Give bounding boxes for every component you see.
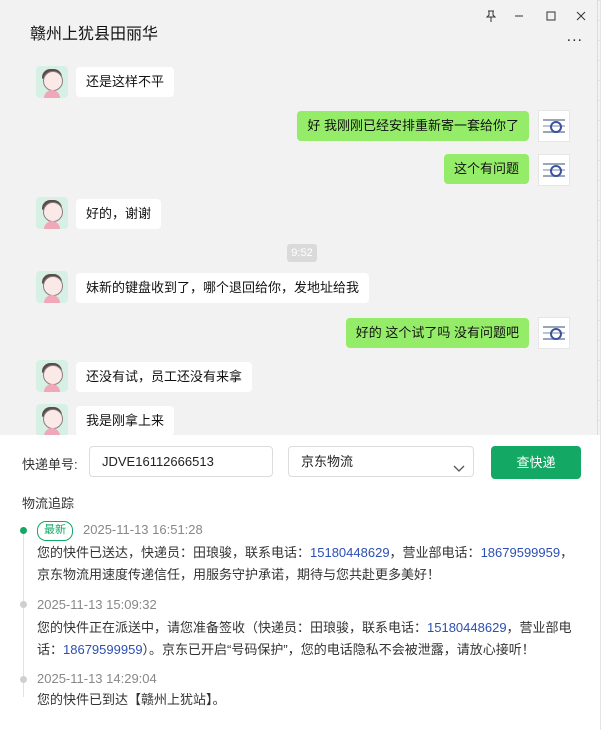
- timeline-line: [23, 527, 24, 697]
- chat-title: 赣州上犹县田丽华: [30, 26, 159, 43]
- chevron-down-icon: [453, 455, 465, 472]
- minimize-icon[interactable]: [510, 7, 528, 25]
- close-icon[interactable]: [572, 7, 590, 25]
- time-separator: 9:52: [287, 244, 317, 262]
- message-bubble-outgoing[interactable]: 好 我刚刚已经安排重新寄一套给你了: [297, 111, 529, 141]
- my-avatar[interactable]: [538, 154, 570, 186]
- contact-avatar[interactable]: [36, 360, 68, 392]
- office-phone-link[interactable]: 18679599959: [481, 545, 561, 560]
- event-description: 您的快件已到达【赣州上犹站】。: [37, 692, 226, 707]
- event-time: 2025-11-13 15:09:32: [37, 597, 157, 612]
- latest-badge: 最新: [37, 521, 73, 541]
- contact-avatar[interactable]: [36, 404, 68, 435]
- office-phone-link[interactable]: 18679599959: [63, 642, 143, 657]
- tracking-panel: 快递单号: JDVE16112666513 京东物流 查快递 物流追踪 最新 2…: [0, 435, 600, 730]
- message-bubble-incoming[interactable]: 还是这样不平: [76, 67, 175, 97]
- contact-avatar[interactable]: [36, 66, 68, 98]
- tracking-number-input[interactable]: JDVE16112666513: [89, 446, 273, 477]
- message-list[interactable]: 还是这样不平 好 我刚刚已经安排重新寄一套给你了 这个有问题 好的，谢谢 9:5…: [0, 58, 597, 435]
- event-description: 您的快件已送达，快递员：田琅骏，联系电话：15180448629，营业部电话：1…: [37, 545, 574, 582]
- my-avatar[interactable]: [538, 317, 570, 349]
- carrier-select[interactable]: 京东物流: [288, 446, 474, 477]
- message-bubble-incoming[interactable]: 妹新的键盘收到了，哪个退回给你，发地址给我: [76, 273, 370, 303]
- title-bar: 赣州上犹县田丽华 ...: [0, 0, 597, 58]
- timeline-dot: [20, 601, 27, 608]
- event-time: 2025-11-13 14:29:04: [37, 671, 157, 686]
- timeline-dot: [20, 676, 27, 683]
- tracking-number-label: 快递单号:: [22, 457, 78, 472]
- courier-phone-link[interactable]: 15180448629: [427, 620, 507, 635]
- tracking-section-title: 物流追踪: [22, 496, 75, 511]
- carrier-select-value: 京东物流: [301, 454, 354, 469]
- timeline-dot-active: [20, 527, 27, 534]
- maximize-icon[interactable]: [542, 7, 560, 25]
- message-bubble-outgoing[interactable]: 这个有问题: [443, 154, 529, 184]
- event-time: 2025-11-13 16:51:28: [83, 522, 203, 537]
- pin-icon[interactable]: [482, 7, 500, 25]
- message-bubble-incoming[interactable]: 还没有试，员工还没有来拿: [76, 362, 253, 392]
- contact-avatar[interactable]: [36, 271, 68, 303]
- message-bubble-outgoing[interactable]: 好的 这个试了吗 没有问题吧: [345, 318, 529, 348]
- contact-avatar[interactable]: [36, 197, 68, 229]
- message-bubble-incoming[interactable]: 好的，谢谢: [76, 199, 162, 229]
- more-icon[interactable]: ...: [567, 28, 583, 46]
- courier-phone-link[interactable]: 15180448629: [310, 545, 390, 560]
- event-description: 您的快件正在派送中，请您准备签收（快递员：田琅骏，联系电话：1518044862…: [37, 620, 572, 657]
- query-express-button[interactable]: 查快递: [491, 446, 581, 479]
- message-bubble-incoming[interactable]: 我是刚拿上来: [76, 406, 175, 435]
- chat-window: 赣州上犹县田丽华 ... 还是这样不平 好 我刚刚已经安排重新寄一套给你了 这个…: [0, 0, 598, 435]
- my-avatar[interactable]: [538, 110, 570, 142]
